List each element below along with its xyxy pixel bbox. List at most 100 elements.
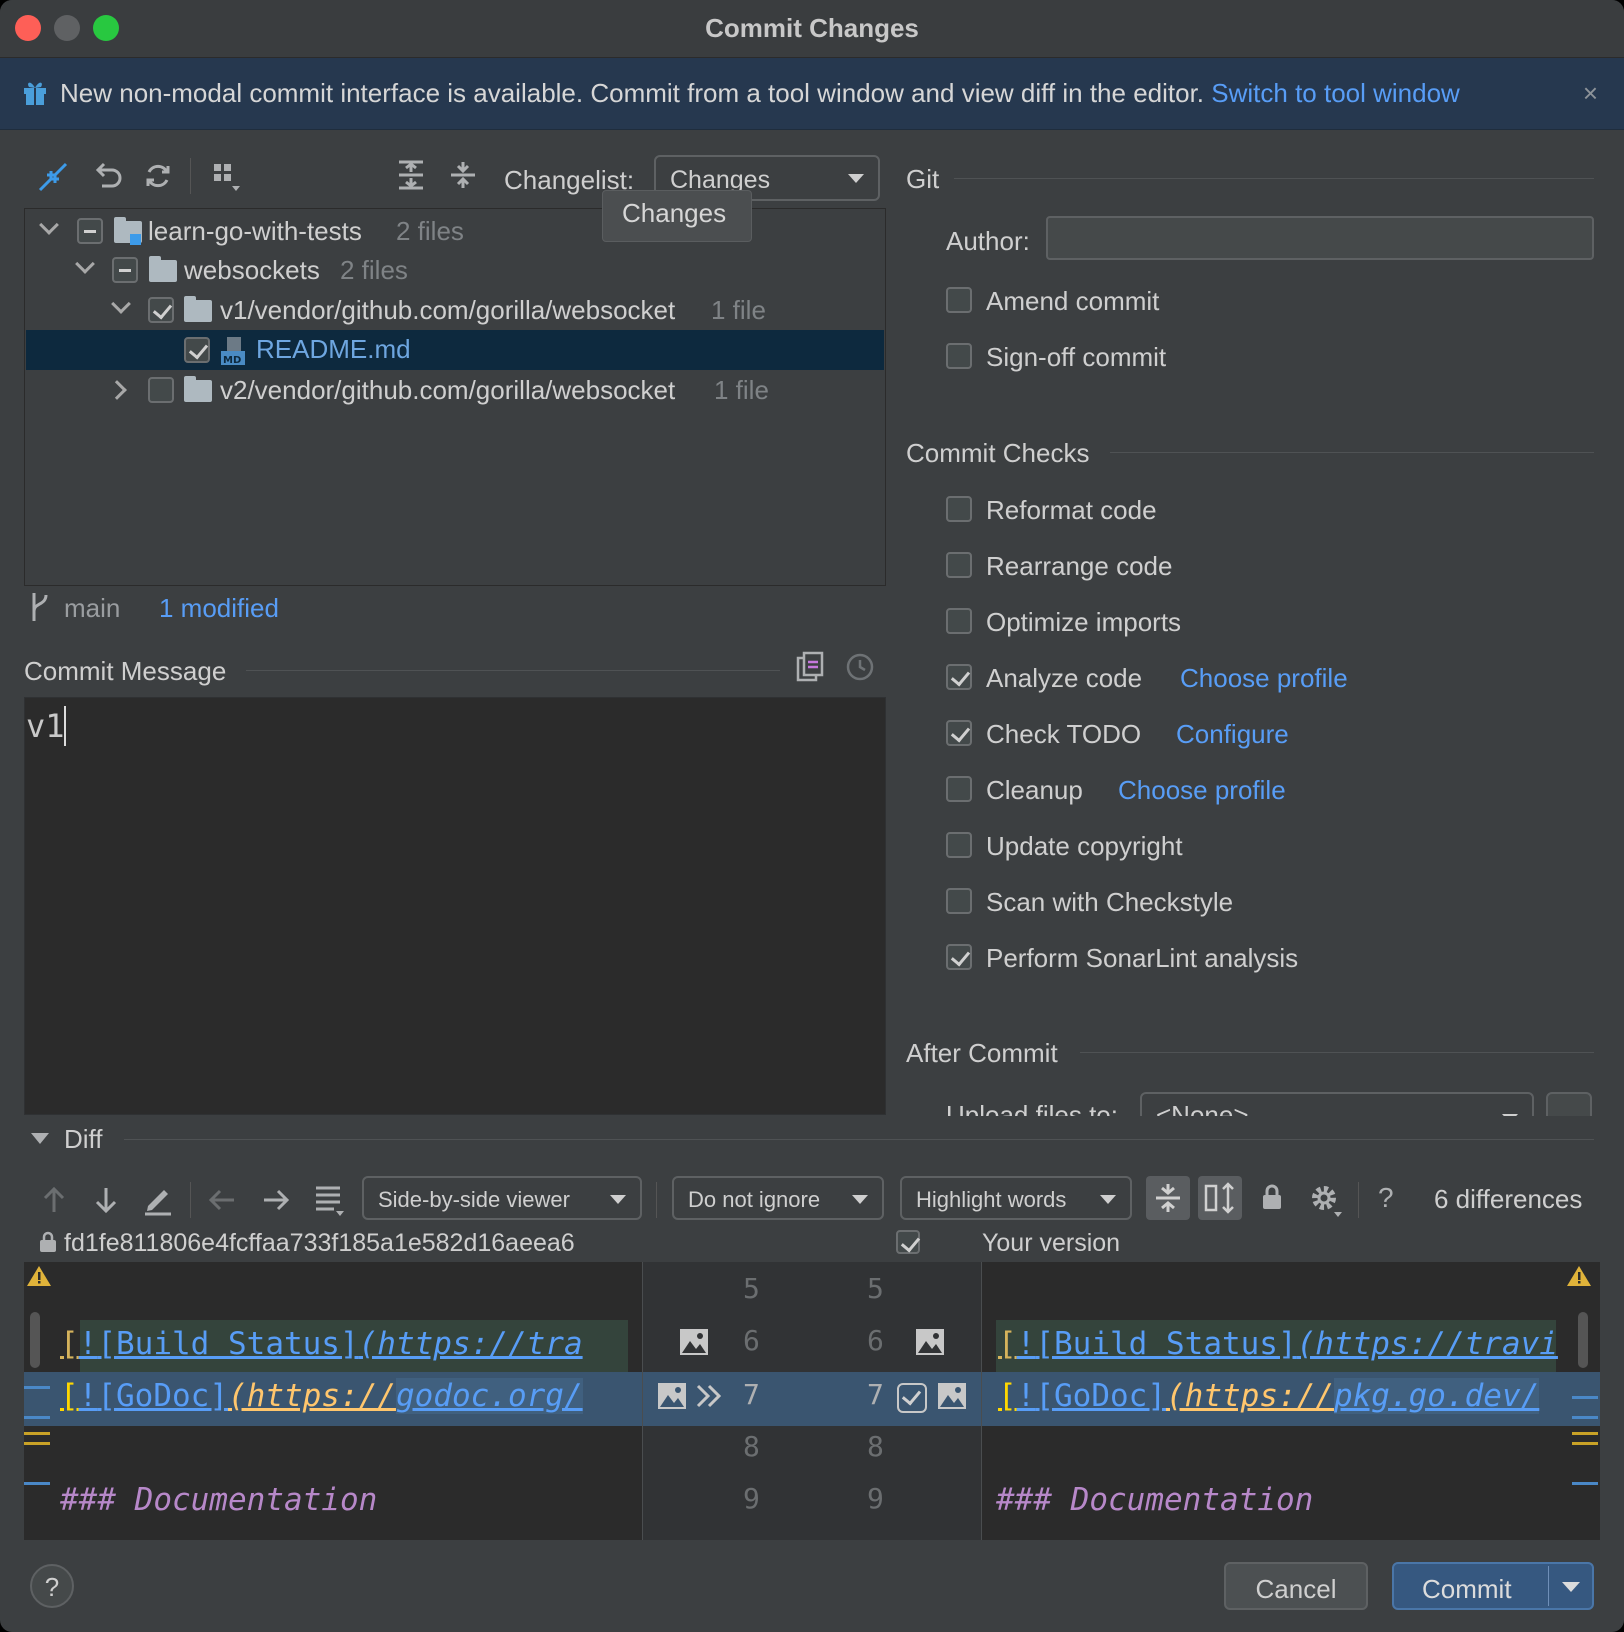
cancel-button[interactable]: Cancel (1224, 1562, 1368, 1610)
upload-files-dropdown[interactable]: <None> (1140, 1092, 1534, 1116)
commit-message-input[interactable] (24, 697, 886, 1115)
show-diff-icon[interactable] (36, 160, 70, 194)
next-difference-icon[interactable] (92, 1184, 120, 1216)
md-link-text: [Build Status] (1035, 1326, 1297, 1362)
sync-scroll-icon (1204, 1182, 1234, 1214)
analyze-code-checkbox[interactable] (946, 664, 972, 690)
change-marker (24, 1432, 50, 1435)
signoff-commit-checkbox[interactable] (946, 343, 972, 369)
lock-icon[interactable] (1260, 1182, 1284, 1212)
cleanup-label[interactable]: Cleanup (986, 775, 1083, 806)
cleanup-checkbox[interactable] (946, 776, 972, 802)
optimize-imports-checkbox[interactable] (946, 608, 972, 634)
md-link-domain: godoc.org/ (395, 1378, 583, 1414)
tree-checkbox[interactable] (148, 297, 174, 323)
diff-help-icon[interactable]: ? (1378, 1182, 1394, 1214)
tree-item-label[interactable]: websockets (184, 255, 320, 286)
chevron-down-icon[interactable] (1562, 1582, 1580, 1592)
collapse-all-icon[interactable] (446, 158, 480, 192)
diff-section-title[interactable]: Diff (64, 1124, 103, 1155)
refresh-icon[interactable] (142, 160, 174, 192)
chevron-down-icon (848, 174, 864, 183)
rearrange-code-checkbox[interactable] (946, 552, 972, 578)
commit-template-icon[interactable] (794, 650, 826, 684)
update-copyright-label[interactable]: Update copyright (986, 831, 1183, 862)
update-copyright-checkbox[interactable] (946, 832, 972, 858)
history-clock-icon[interactable] (845, 652, 875, 682)
gear-icon[interactable] (1308, 1182, 1344, 1218)
viewer-dropdown[interactable]: Side-by-side viewer (362, 1176, 642, 1220)
collapse-unchanged-button[interactable] (1146, 1176, 1190, 1220)
check-todo-configure-link[interactable]: Configure (1176, 719, 1289, 750)
change-marker (24, 1482, 50, 1485)
image-preview-icon[interactable] (657, 1382, 687, 1410)
branch-icon[interactable] (28, 591, 52, 623)
commit-message-text[interactable]: v1 (26, 707, 65, 745)
previous-difference-icon[interactable] (40, 1184, 68, 1216)
tree-item-label[interactable]: README.md (256, 334, 411, 365)
right-diff-editor[interactable]: [![Build Status](https://travi [![GoDoc]… (982, 1262, 1600, 1540)
left-diff-editor[interactable]: [![Build Status](https://tra [![GoDoc](h… (24, 1262, 642, 1540)
analyze-code-label[interactable]: Analyze code (986, 663, 1142, 694)
image-preview-icon[interactable] (915, 1328, 945, 1356)
signoff-commit-label[interactable]: Sign-off commit (986, 342, 1166, 373)
rollback-icon[interactable] (90, 160, 122, 192)
ignore-dropdown[interactable]: Do not ignore (672, 1176, 884, 1220)
image-preview-icon[interactable] (937, 1382, 967, 1410)
sonarlint-checkbox[interactable] (946, 944, 972, 970)
optimize-imports-label[interactable]: Optimize imports (986, 607, 1181, 638)
tree-item-label[interactable]: learn-go-with-tests (148, 216, 362, 247)
author-input[interactable] (1046, 216, 1594, 260)
sonarlint-label[interactable]: Perform SonarLint analysis (986, 943, 1298, 974)
check-todo-checkbox[interactable] (946, 720, 972, 746)
file-list-icon[interactable] (312, 1182, 346, 1218)
group-by-icon[interactable] (210, 160, 244, 194)
tree-checkbox[interactable] (184, 337, 210, 363)
upload-files-browse-button[interactable] (1546, 1092, 1592, 1116)
scrollbar-thumb[interactable] (30, 1312, 40, 1368)
code-line: [![Build Status](https://tra (60, 1326, 628, 1366)
highlight-dropdown[interactable]: Highlight words (900, 1176, 1132, 1220)
switch-to-tool-window-link[interactable]: Switch to tool window (1211, 78, 1460, 108)
tree-checkbox[interactable] (77, 218, 103, 244)
tree-item-label[interactable]: v2/vendor/github.com/gorilla/websocket (220, 375, 675, 406)
edit-source-icon[interactable] (142, 1182, 174, 1216)
image-preview-icon[interactable] (679, 1328, 709, 1356)
markdown-file-icon: MD (221, 337, 245, 366)
tree-row-selected[interactable] (26, 330, 884, 370)
modified-count-link[interactable]: 1 modified (159, 593, 279, 624)
amend-commit-label[interactable]: Amend commit (986, 286, 1159, 317)
include-changes-checkbox[interactable] (896, 1230, 920, 1254)
cancel-button-label: Cancel (1255, 1574, 1337, 1604)
ignore-dropdown-value: Do not ignore (688, 1187, 821, 1212)
amend-commit-checkbox[interactable] (946, 287, 972, 313)
banner-close-icon[interactable]: × (1583, 78, 1598, 109)
check-todo-label[interactable]: Check TODO (986, 719, 1141, 750)
expand-all-icon[interactable] (394, 158, 428, 192)
help-button[interactable]: ? (30, 1564, 74, 1608)
tree-item-label[interactable]: v1/vendor/github.com/gorilla/websocket (220, 295, 675, 326)
diff-collapse-icon[interactable] (31, 1133, 49, 1144)
previous-file-icon[interactable] (206, 1186, 238, 1214)
tree-checkbox[interactable] (112, 257, 138, 283)
tooltip-text: Changes (622, 198, 727, 228)
scan-checkstyle-checkbox[interactable] (946, 888, 972, 914)
cleanup-choose-profile-link[interactable]: Choose profile (1118, 775, 1286, 806)
commit-dialog: Commit Changes New non-modal commit inte… (0, 0, 1624, 1632)
after-commit-title: After Commit (906, 1038, 1058, 1068)
svg-text:MD: MD (223, 355, 241, 366)
analyze-choose-profile-link[interactable]: Choose profile (1180, 663, 1348, 694)
reformat-code-checkbox[interactable] (946, 496, 972, 522)
branch-name[interactable]: main (64, 593, 120, 624)
viewer-dropdown-value: Side-by-side viewer (378, 1187, 570, 1212)
include-change-checkbox[interactable] (897, 1383, 927, 1413)
reformat-code-label[interactable]: Reformat code (986, 495, 1157, 526)
sync-scroll-button[interactable] (1198, 1176, 1242, 1220)
scan-checkstyle-label[interactable]: Scan with Checkstyle (986, 887, 1233, 918)
next-file-icon[interactable] (260, 1186, 292, 1214)
scrollbar-thumb[interactable] (1578, 1312, 1588, 1368)
upload-files-value: <None> (1156, 1100, 1249, 1116)
tree-checkbox[interactable] (148, 377, 174, 403)
rearrange-code-label[interactable]: Rearrange code (986, 551, 1172, 582)
apply-change-icon[interactable] (695, 1382, 725, 1410)
